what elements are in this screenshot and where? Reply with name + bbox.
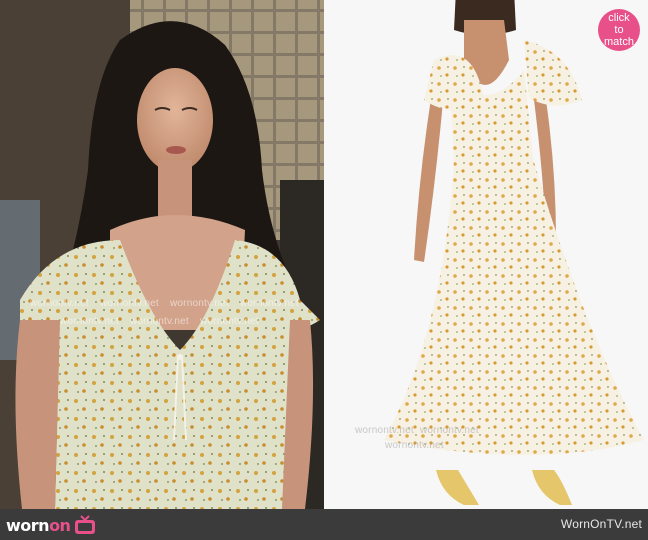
watermark: wornontv.net (200, 316, 259, 327)
watermark: wornontv.net (100, 298, 159, 309)
click-to-match-button[interactable]: click to match (598, 9, 640, 51)
watermark: wornontv.net (240, 298, 299, 309)
badge-line-1: click (608, 12, 630, 24)
tv-still-photo (0, 0, 324, 509)
badge-line-3: match (604, 36, 634, 48)
tv-still-illustration (0, 0, 324, 509)
watermark: wornontv.net (30, 298, 89, 309)
brand-logo-text: wornon (6, 515, 71, 535)
tv-icon (75, 515, 96, 534)
watermark: wornontv.net (355, 425, 414, 436)
site-url: WornOnTV.net (560, 517, 642, 531)
outfit-composite: wornontv.net wornontv.net wornontv.net w… (0, 0, 648, 540)
badge-line-2: to (614, 24, 624, 36)
watermark: wornontv.net (385, 440, 444, 451)
watermark: wornontv.net (60, 316, 119, 327)
watermark: wornontv.net (130, 316, 189, 327)
watermark: wornontv.net (420, 425, 479, 436)
brand-logo[interactable]: wornon (6, 515, 97, 535)
watermark: wornontv.net (170, 298, 229, 309)
